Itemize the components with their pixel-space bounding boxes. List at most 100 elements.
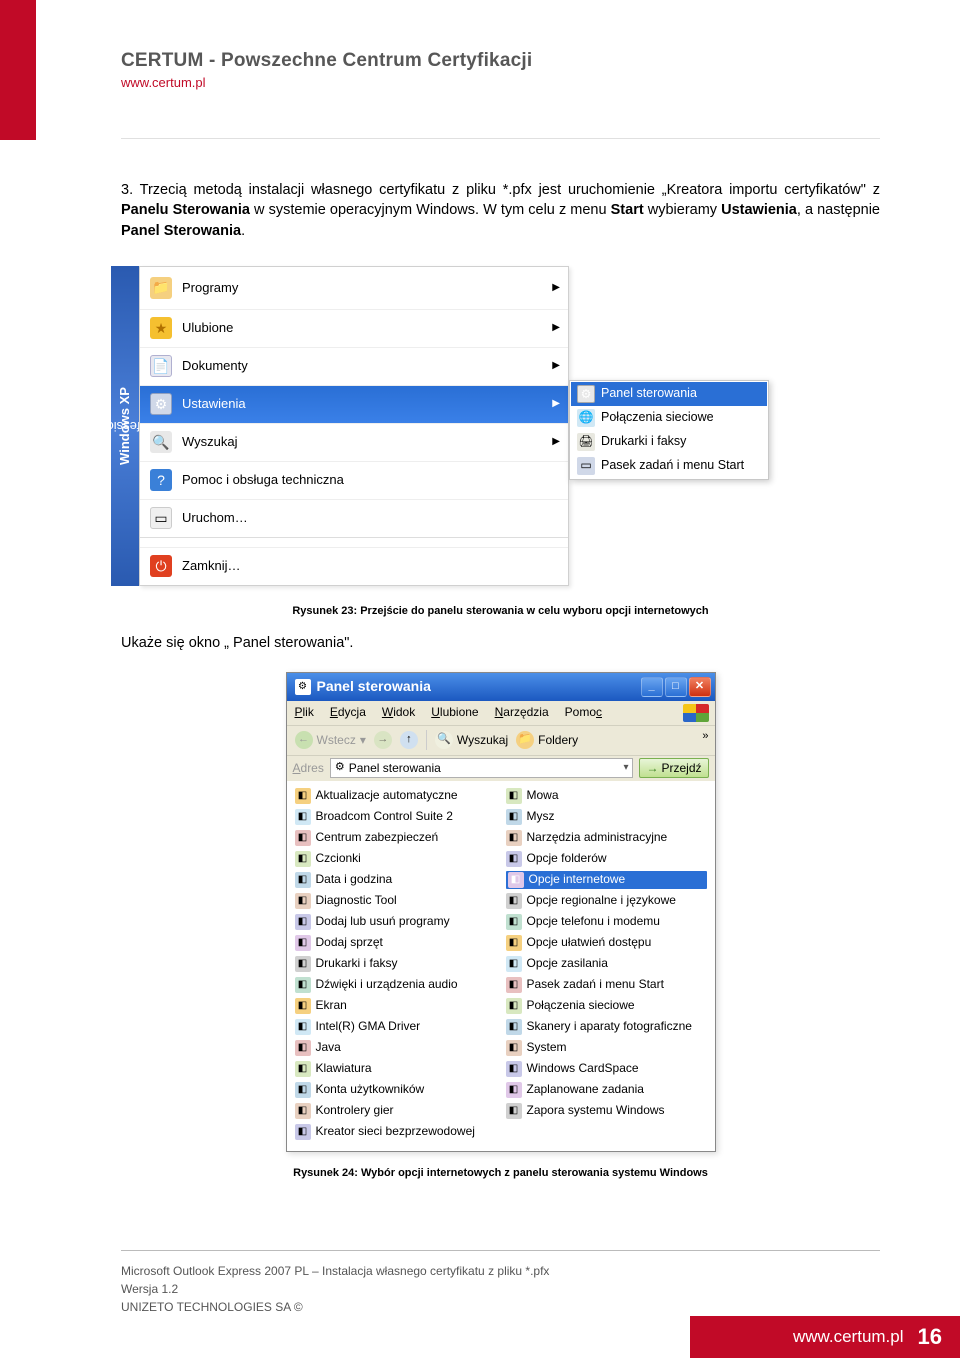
menu-edycja[interactable]: Edycja: [330, 704, 366, 721]
cp-item[interactable]: ◧Klawiatura: [295, 1060, 496, 1078]
cp-item[interactable]: ◧Diagnostic Tool: [295, 892, 496, 910]
submenu-arrow-icon: ▶: [552, 397, 560, 411]
cp-item[interactable]: ◧ Java: [295, 1039, 496, 1057]
submenu-label: Połączenia sieciowe: [601, 409, 714, 427]
cp-item[interactable]: ◧Data i godzina: [295, 871, 496, 889]
menu-item-ustawienia[interactable]: ⚙ Ustawienia ▶: [140, 385, 568, 423]
cp-item-icon: ◧: [506, 893, 522, 909]
up-button[interactable]: ↑: [400, 731, 418, 749]
menu-ulubione[interactable]: Ulubione: [431, 704, 478, 721]
cp-item-icon: ◧: [295, 1082, 311, 1098]
menu-item-uruchom[interactable]: ▭ Uruchom…: [140, 499, 568, 537]
submenu-arrow-icon: ▶: [552, 435, 560, 449]
menu-label: Ulubione: [182, 319, 233, 337]
cp-item-icon: ◧: [506, 851, 522, 867]
cp-item[interactable]: ◧Dodaj sprzęt: [295, 934, 496, 952]
cp-item-label: Dodaj lub usuń programy: [316, 913, 450, 930]
folders-button[interactable]: 📁 Foldery: [516, 731, 578, 749]
cp-item-icon: ◧: [506, 998, 522, 1014]
p1-text: wybieramy: [644, 202, 721, 218]
footer-line1: Microsoft Outlook Express 2007 PL – Inst…: [121, 1262, 549, 1280]
cp-item[interactable]: ◧Drukarki i faksy: [295, 955, 496, 973]
cp-item-label: Java: [316, 1039, 341, 1056]
cp-item[interactable]: ◧Dodaj lub usuń programy: [295, 913, 496, 931]
search-label: Wyszukaj: [457, 732, 508, 749]
cp-item[interactable]: ◧Czcionki: [295, 850, 496, 868]
cp-item[interactable]: ◧Połączenia sieciowe: [506, 997, 707, 1015]
dropdown-arrow-icon[interactable]: ▾: [623, 761, 628, 775]
menu-item-programy[interactable]: 📁 Programy ▶: [140, 267, 568, 309]
cp-item[interactable]: ◧Kreator sieci bezprzewodowej: [295, 1123, 496, 1141]
close-button[interactable]: ✕: [689, 677, 711, 697]
go-arrow-icon: →: [646, 760, 658, 777]
cp-item-label: Kreator sieci bezprzewodowej: [316, 1123, 475, 1140]
page-header: CERTUM - Powszechne Centrum Certyfikacji…: [121, 50, 880, 90]
go-label: Przejdź: [661, 760, 701, 777]
cp-item-label: Kontrolery gier: [316, 1102, 394, 1119]
menu-widok[interactable]: Widok: [382, 704, 415, 721]
cp-item[interactable]: ◧Kontrolery gier: [295, 1102, 496, 1120]
minimize-button[interactable]: _: [641, 677, 663, 697]
menu-item-dokumenty[interactable]: 📄 Dokumenty ▶: [140, 347, 568, 385]
cp-item[interactable]: ◧Opcje zasilania: [506, 955, 707, 973]
cp-item[interactable]: ◧Mowa: [506, 787, 707, 805]
cp-item[interactable]: ◧Opcje regionalne i językowe: [506, 892, 707, 910]
cp-item[interactable]: ◧Opcje internetowe: [506, 871, 707, 889]
menu-item-ulubione[interactable]: ★ Ulubione ▶: [140, 309, 568, 347]
start-menu-sidebar: Windows XP Professional: [111, 266, 139, 586]
cp-item[interactable]: ◧Zaplanowane zadania: [506, 1081, 707, 1099]
cp-item[interactable]: ◧Mysz: [506, 808, 707, 826]
cp-item-icon: ◧: [295, 998, 311, 1014]
cp-item[interactable]: ◧Dźwięki i urządzenia audio: [295, 976, 496, 994]
cp-item[interactable]: ◧Narzędzia administracyjne: [506, 829, 707, 847]
address-bar: Adres ⚙ Panel sterowania ▾ → Przejdź: [287, 755, 715, 781]
submenu-polaczenia[interactable]: 🌐 Połączenia sieciowe: [571, 406, 767, 430]
cp-item[interactable]: ◧Skanery i aparaty fotograficzne: [506, 1018, 707, 1036]
cp-item-icon: ◧: [506, 956, 522, 972]
cp-item-icon: ◧: [506, 1061, 522, 1077]
toolbar-more-icon[interactable]: »: [702, 729, 708, 744]
cp-item[interactable]: ◧Centrum zabezpieczeń: [295, 829, 496, 847]
cp-item-icon: ◧: [295, 872, 311, 888]
cp-item[interactable]: ◧Ekran: [295, 997, 496, 1015]
go-button[interactable]: → Przejdź: [639, 758, 708, 778]
cp-item[interactable]: ◧Intel(R) GMA Driver: [295, 1018, 496, 1036]
menu-narzedzia[interactable]: Narzędzia: [495, 704, 549, 721]
menu-item-wyszukaj[interactable]: 🔍 Wyszukaj ▶: [140, 423, 568, 461]
maximize-button[interactable]: □: [665, 677, 687, 697]
cp-item[interactable]: ◧Opcje telefonu i modemu: [506, 913, 707, 931]
cp-item-label: Mowa: [527, 787, 559, 804]
cp-item[interactable]: ◧Zapora systemu Windows: [506, 1102, 707, 1120]
cp-item[interactable]: ◧Opcje ułatwień dostępu: [506, 934, 707, 952]
cp-item[interactable]: ◧System: [506, 1039, 707, 1057]
menu-item-pomoc[interactable]: ? Pomoc i obsługa techniczna: [140, 461, 568, 499]
menu-pomoc[interactable]: Pomoc: [565, 704, 602, 721]
address-input[interactable]: ⚙ Panel sterowania ▾: [330, 758, 634, 778]
submenu-pasek[interactable]: ▭ Pasek zadań i menu Start: [571, 454, 767, 478]
content-area: 3. Trzecią metodą instalacji własnego ce…: [121, 180, 880, 1195]
submenu-arrow-icon: ▶: [552, 321, 560, 335]
menu-item-zamknij[interactable]: ⏻ Zamknij…: [140, 547, 568, 585]
submenu-drukarki[interactable]: 🖨 Drukarki i faksy: [571, 430, 767, 454]
search-icon: 🔍: [150, 431, 172, 453]
cp-item-label: Opcje folderów: [527, 850, 607, 867]
submenu-label: Pasek zadań i menu Start: [601, 457, 744, 475]
cp-item[interactable]: ◧Aktualizacje automatyczne: [295, 787, 496, 805]
cp-item[interactable]: ◧Windows CardSpace: [506, 1060, 707, 1078]
cp-item-label: Czcionki: [316, 850, 361, 867]
menu-label: Ustawienia: [182, 395, 246, 413]
cp-item-label: Opcje internetowe: [529, 871, 626, 888]
cp-item[interactable]: ◧Konta użytkowników: [295, 1081, 496, 1099]
menu-label: Dokumenty: [182, 357, 248, 375]
menu-plik[interactable]: Plik: [295, 704, 314, 721]
p1-bold-panel2: Panel Sterowania: [121, 223, 241, 239]
cp-item[interactable]: ◧Pasek zadań i menu Start: [506, 976, 707, 994]
back-button[interactable]: ← Wstecz ▾: [295, 731, 366, 749]
forward-button[interactable]: →: [374, 731, 392, 749]
address-icon: ⚙: [335, 760, 345, 775]
submenu-panel-sterowania[interactable]: ⚙ Panel sterowania: [571, 382, 767, 406]
cp-item[interactable]: ◧Broadcom Control Suite 2: [295, 808, 496, 826]
search-button[interactable]: 🔍 Wyszukaj: [435, 731, 508, 749]
cp-item-icon: ◧: [295, 1040, 311, 1056]
cp-item[interactable]: ◧ Opcje folderów: [506, 850, 707, 868]
